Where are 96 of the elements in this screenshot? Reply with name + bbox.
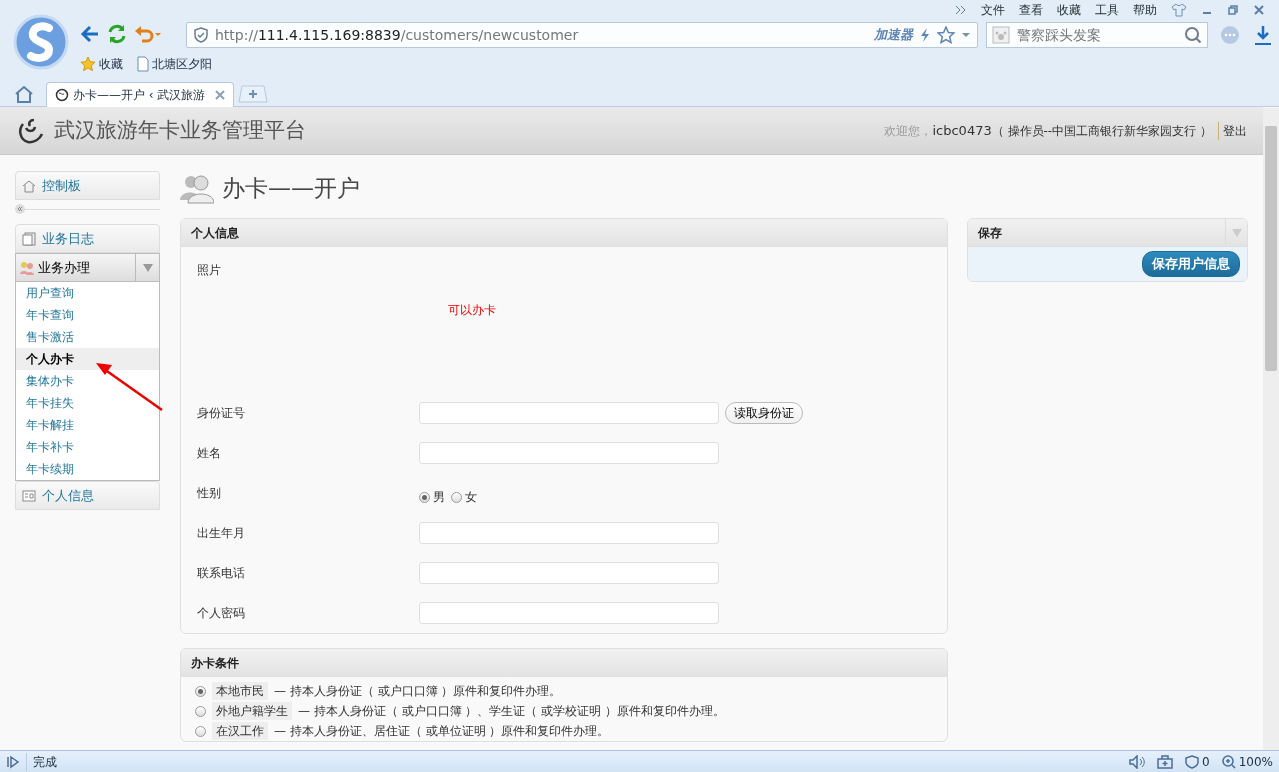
scrollbar[interactable] <box>1263 108 1279 750</box>
search-field[interactable]: 警察踩头发案 <box>986 22 1208 48</box>
logout-link[interactable]: 登出 <box>1218 121 1247 140</box>
ad-count: 0 <box>1202 753 1210 771</box>
field-label: 照片 <box>197 263 221 277</box>
field-label: 联系电话 <box>197 565 246 582</box>
page-title: 办卡——开户 <box>222 173 360 203</box>
download-icon[interactable] <box>1253 24 1273 46</box>
field-label: 身份证号 <box>197 405 246 422</box>
sidebar-toggle-icon[interactable] <box>6 755 20 769</box>
submenu-item[interactable]: 年卡挂失 <box>16 392 159 414</box>
submenu-item[interactable]: 售卡激活 <box>16 326 159 348</box>
search-icon[interactable] <box>1184 26 1202 44</box>
page-icon <box>137 56 149 72</box>
option-description: — 持本人身份证、居住证（ 或单位证明 ）原件和复印件办理。 <box>274 723 610 740</box>
more-menu-icon[interactable] <box>955 5 967 15</box>
undo-icon[interactable] <box>134 24 162 44</box>
field-label: 个人密码 <box>197 605 246 622</box>
house-icon <box>22 178 36 193</box>
close-icon[interactable] <box>215 90 225 100</box>
save-button[interactable]: 保存用户信息 <box>1142 251 1240 277</box>
text-field[interactable] <box>419 442 719 464</box>
radio-label: 女 <box>465 489 477 506</box>
panel-title: 保存 <box>978 225 1002 242</box>
status-text: 完成 <box>26 752 57 771</box>
star-icon[interactable] <box>937 26 955 44</box>
option-tag: 本地市民 <box>212 682 268 700</box>
menu-group-header[interactable]: 业务办理 <box>15 253 160 282</box>
back-icon[interactable] <box>80 24 100 44</box>
submenu-item[interactable]: 个人办卡 <box>16 348 159 370</box>
close-icon[interactable] <box>1253 4 1265 16</box>
sidebar-item[interactable]: 控制板 <box>15 171 160 200</box>
option-description: — 持本人身份证（ 或户口口簿 ）、学生证（ 或学校证明 ）原件和复印件办理。 <box>298 703 726 720</box>
id-card-icon <box>22 488 36 503</box>
users-icon <box>180 172 214 204</box>
text-field[interactable] <box>419 562 719 584</box>
bookmark[interactable]: 北塘区夕阳 <box>137 55 212 73</box>
read-id-button[interactable]: 读取身份证 <box>725 402 803 424</box>
address-bar[interactable]: http://111.4.115.169:8839/customers/newcustomer 加速器 <box>186 22 978 48</box>
dropdown-caret-icon[interactable] <box>961 32 971 38</box>
option-tag: 外地户籍学生 <box>212 702 292 720</box>
more-options-icon[interactable] <box>1220 25 1240 45</box>
field-label: 姓名 <box>197 445 222 462</box>
people-icon <box>19 259 35 276</box>
submenu-item[interactable]: 年卡解挂 <box>16 414 159 436</box>
shirt-icon[interactable] <box>1171 3 1187 17</box>
document-icon <box>22 231 36 246</box>
new-tab-icon[interactable] <box>238 84 268 103</box>
submenu-item[interactable]: 年卡续期 <box>16 458 159 480</box>
home-icon[interactable] <box>14 84 34 103</box>
text-field[interactable] <box>419 602 719 624</box>
submenu-item[interactable]: 年卡查询 <box>16 304 159 326</box>
zoom-level[interactable]: 100% <box>1238 752 1273 771</box>
bookmark[interactable]: 收藏 <box>80 55 123 73</box>
zoom-icon[interactable] <box>1221 754 1236 769</box>
radio-button[interactable] <box>195 685 206 697</box>
browser-tab[interactable]: 办卡——开户 ‹ 武汉旅游 <box>46 82 234 107</box>
ad-shield-icon[interactable] <box>1185 754 1200 769</box>
menu-item[interactable]: 帮助 <box>1133 1 1157 19</box>
sidebar-item[interactable]: 个人信息 <box>15 481 160 510</box>
text-field[interactable] <box>419 522 719 544</box>
shield-icon <box>193 27 209 43</box>
panel-title: 个人信息 <box>181 219 947 247</box>
menu-item[interactable]: 查看 <box>1019 1 1043 19</box>
field-label: 性别 <box>197 485 222 502</box>
app-title: 武汉旅游年卡业务管理平台 <box>54 116 306 144</box>
collapse-caret-icon[interactable] <box>142 263 153 272</box>
text-field[interactable] <box>419 402 719 424</box>
submenu-item[interactable]: 用户查询 <box>16 282 159 304</box>
menu-item[interactable]: 文件 <box>981 1 1005 19</box>
radio-button[interactable] <box>195 725 206 737</box>
radio-button[interactable] <box>419 491 430 503</box>
submenu-item[interactable]: 集体办卡 <box>16 370 159 392</box>
status-text: 可以办卡 <box>448 302 496 319</box>
radio-button[interactable] <box>195 705 206 717</box>
option-tag: 在汉工作 <box>212 722 268 740</box>
welcome-text: 欢迎您，icbc0473（ 操作员--中国工商银行新华家园支行 ） <box>884 121 1212 140</box>
menu-item[interactable]: 收藏 <box>1057 1 1081 19</box>
panel-title: 办卡条件 <box>181 649 947 677</box>
restore-icon[interactable] <box>1227 4 1239 16</box>
option-description: — 持本人身份证（ 或户口口簿 ）原件和复印件办理。 <box>274 683 562 700</box>
lightning-icon[interactable] <box>919 27 931 43</box>
sidebar-item[interactable]: 业务日志 <box>15 224 160 253</box>
accelerator-label[interactable]: 加速器 <box>874 25 913 45</box>
radio-button[interactable] <box>451 491 462 503</box>
field-label: 出生年月 <box>197 525 246 542</box>
refresh-icon[interactable] <box>106 23 128 45</box>
radio-label: 男 <box>433 489 445 506</box>
site-logo-icon <box>55 88 69 102</box>
menu-item[interactable]: 工具 <box>1095 1 1119 19</box>
browser-logo[interactable] <box>13 14 69 70</box>
toolbox-icon[interactable] <box>1157 754 1174 769</box>
speaker-icon[interactable] <box>1129 754 1146 769</box>
collapse-icon[interactable] <box>15 204 25 214</box>
submenu-item[interactable]: 年卡补卡 <box>16 436 159 458</box>
star-icon <box>80 56 96 72</box>
